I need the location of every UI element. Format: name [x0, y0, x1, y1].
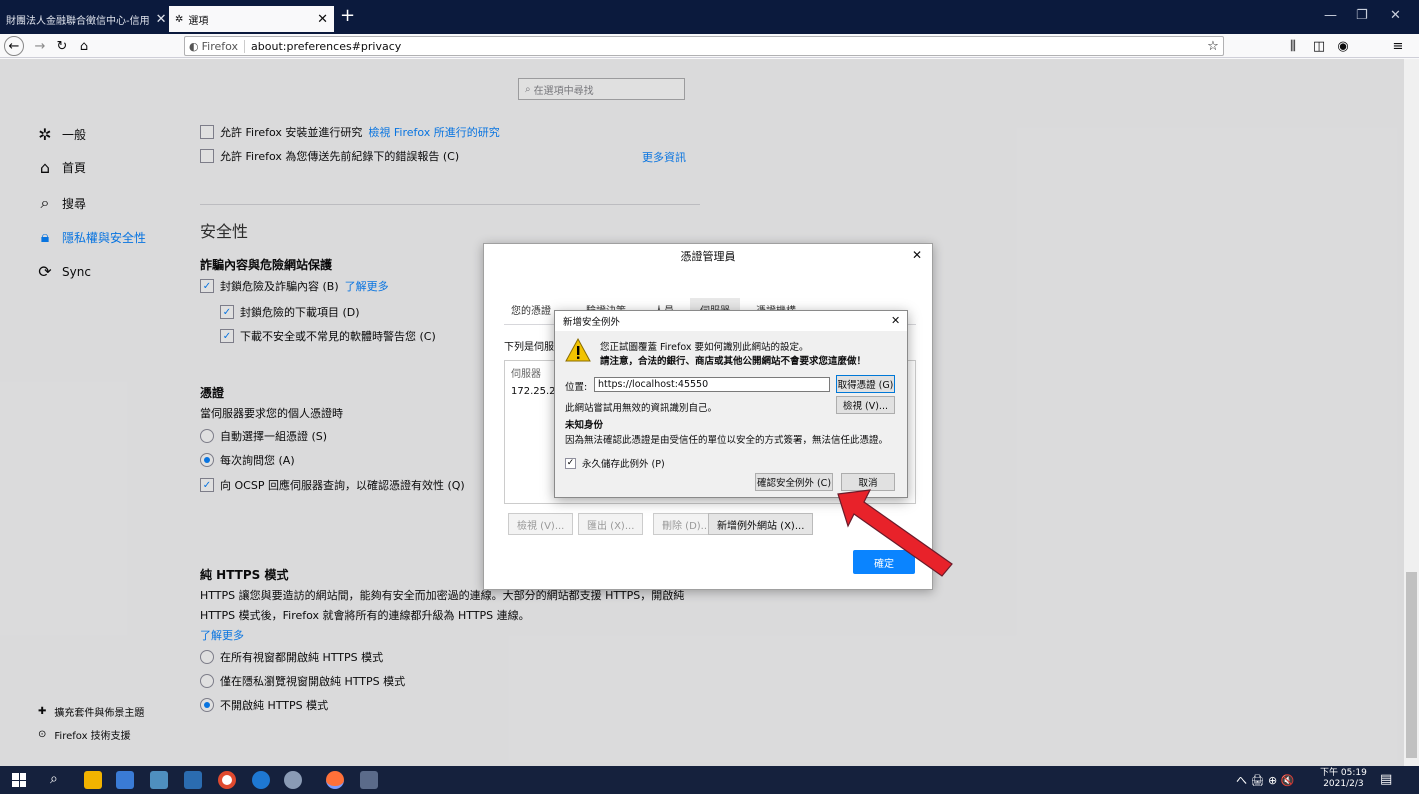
minimize-button[interactable]: — — [1324, 8, 1337, 23]
firefox-icon[interactable] — [326, 771, 344, 789]
location-value: https://localhost:45550 — [598, 379, 709, 390]
taskbar-search-icon[interactable]: ⌕ — [50, 771, 58, 787]
new-tab-button[interactable]: + — [340, 5, 355, 26]
tab-close-icon[interactable]: ✕ — [311, 12, 328, 27]
scrollbar-thumb[interactable] — [1406, 572, 1417, 758]
chrome-icon[interactable] — [218, 771, 236, 789]
tab-bar: 財團法人金融聯合徵信中心-信用 ✕ ✲ 選項 ✕ + — ❐ ✕ — [0, 0, 1419, 34]
clock-date: 2021/2/3 — [1323, 779, 1364, 789]
identity-label: Firefox — [201, 39, 239, 53]
mail-icon[interactable] — [116, 771, 134, 789]
identity-box[interactable]: ◐ Firefox — [185, 39, 246, 53]
firefox-icon: ◐ — [189, 39, 199, 53]
confirm-exception-button[interactable]: 確認安全例外 (C) — [755, 473, 833, 491]
unknown-identity-label: 未知身份 — [565, 420, 604, 431]
system-tray-icons[interactable]: へ 🖨 ⊕ 🔇 — [1236, 772, 1294, 788]
location-input[interactable]: https://localhost:45550 — [594, 377, 830, 392]
close-icon[interactable]: ✕ — [891, 314, 900, 327]
view-button[interactable]: 檢視 (V)... — [508, 513, 574, 535]
bookmark-star-icon[interactable]: ☆ — [1203, 36, 1223, 56]
add-exception-dialog: 新增安全例外 ✕ 您正試圖覆蓋 Firefox 要如何識別此網站的設定。 請注意… — [554, 310, 908, 498]
add-exception-button[interactable]: 新增例外網站 (X)... — [708, 513, 814, 535]
clock-time: 下午 05:19 — [1320, 768, 1367, 778]
file-explorer-icon[interactable] — [84, 771, 102, 789]
menu-icon[interactable]: ≡ — [1388, 36, 1408, 56]
settings-app-icon[interactable] — [284, 771, 302, 789]
unknown-identity-desc: 因為無法確認此憑證是由受信任的單位以安全的方式簽署，無法信任此憑證。 — [565, 435, 889, 446]
reload-button[interactable]: ↻ — [52, 36, 72, 56]
notification-icon[interactable]: ▤ — [1380, 772, 1392, 787]
clock[interactable]: 下午 05:19 2021/2/3 — [1320, 768, 1367, 790]
home-button[interactable]: ⌂ — [74, 36, 94, 56]
library-icon[interactable]: ⫼ — [1283, 36, 1303, 56]
close-icon[interactable]: ✕ — [912, 248, 922, 262]
invalid-info-text: 此網站嘗試用無效的資訊識別自己。 — [565, 403, 718, 414]
tab-preferences[interactable]: ✲ 選項 ✕ — [169, 6, 334, 32]
tab-close-icon[interactable]: ✕ — [150, 12, 167, 27]
dialog-title: 憑證管理員 — [680, 250, 736, 263]
get-certificate-button[interactable]: 取得憑證 (G) — [836, 375, 895, 393]
location-label: 位置: — [565, 382, 588, 393]
remote-desktop-icon[interactable] — [184, 771, 202, 789]
export-button[interactable]: 匯出 (X)... — [578, 513, 644, 535]
gear-icon: ✲ — [175, 13, 184, 25]
close-window-button[interactable]: ✕ — [1390, 8, 1401, 23]
tab-your-certs[interactable]: 您的憑證 — [501, 298, 561, 321]
dialog-title: 新增安全例外 — [555, 311, 907, 331]
warning-line-2: 請注意，合法的銀行、商店或其他公開網站不會要求您這麼做！ — [600, 356, 867, 367]
tab-title: 選項 — [188, 15, 209, 27]
app-icon[interactable] — [360, 771, 378, 789]
warning-line-1: 您正試圖覆蓋 Firefox 要如何識別此網站的設定。 — [600, 342, 809, 353]
ie-icon[interactable] — [252, 771, 270, 789]
network-app-icon[interactable] — [150, 771, 168, 789]
warning-icon — [565, 337, 591, 362]
url-bar[interactable]: ◐ Firefox about:preferences#privacy — [184, 36, 1224, 56]
windows-start-icon[interactable] — [12, 773, 26, 787]
taskbar — [0, 766, 1419, 794]
permanent-checkbox[interactable]: ✓ — [565, 457, 576, 469]
tab-jcic[interactable]: 財團法人金融聯合徵信中心-信用 ✕ — [0, 6, 167, 32]
forward-button[interactable]: → — [30, 36, 50, 56]
red-arrow-icon — [837, 489, 953, 577]
account-icon[interactable]: ◉ — [1333, 36, 1353, 56]
permanent-row[interactable]: ✓ 永久儲存此例外 (P) — [565, 456, 665, 470]
restore-button[interactable]: ❐ — [1356, 8, 1368, 23]
permanent-label: 永久儲存此例外 (P) — [582, 459, 665, 470]
sidebar-icon[interactable]: ◫ — [1309, 36, 1329, 56]
tab-title: 財團法人金融聯合徵信中心-信用 — [6, 15, 150, 27]
url-text: about:preferences#privacy — [251, 39, 402, 53]
view-button[interactable]: 檢視 (V)... — [836, 396, 895, 414]
back-button[interactable]: ← — [4, 36, 24, 56]
